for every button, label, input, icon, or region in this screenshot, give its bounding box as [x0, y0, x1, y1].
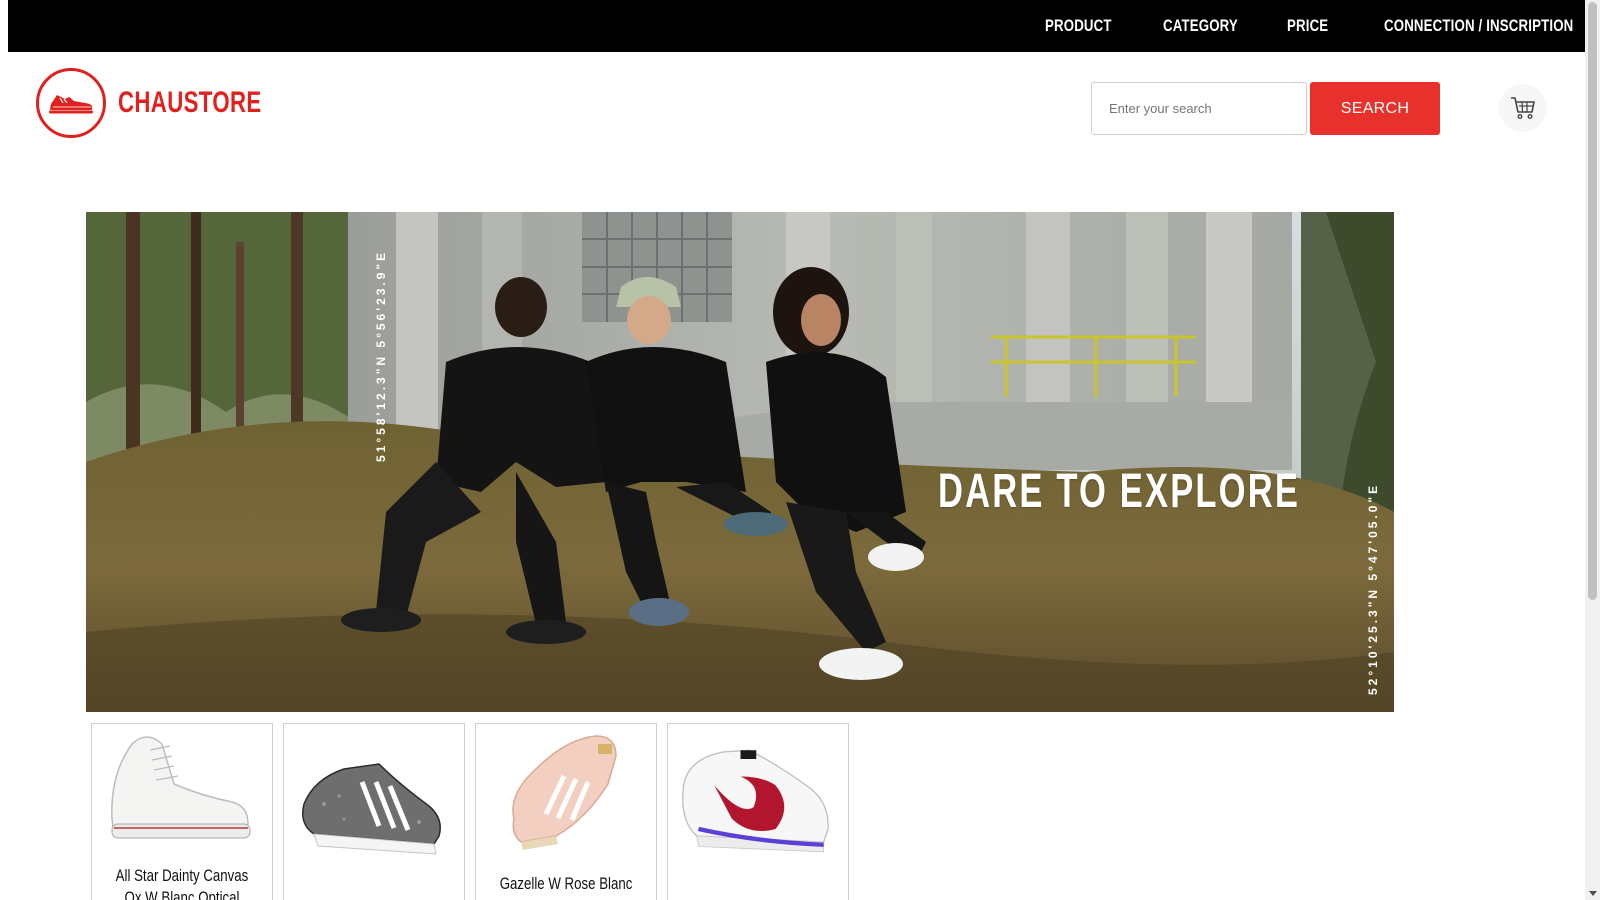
- hero-coordinates-right: 52°10'25.3"N 5°47'05.0"E: [1366, 482, 1380, 695]
- vertical-scrollbar[interactable]: [1585, 0, 1600, 900]
- top-navigation: PRODUCT CATEGORY PRICE CONNECTION / INSC…: [8, 0, 1585, 52]
- cart-icon: [1511, 97, 1535, 120]
- page: PRODUCT CATEGORY PRICE CONNECTION / INSC…: [8, 0, 1585, 900]
- product-card[interactable]: All Star Dainty Canvas Ox W Blanc Optica…: [91, 723, 273, 900]
- nav-product-link[interactable]: PRODUCT: [1045, 0, 1112, 52]
- product-card[interactable]: Gazelle W Rose Blanc: [475, 723, 657, 900]
- scroll-down-arrow-icon[interactable]: [1589, 891, 1597, 896]
- hero-coordinates-left: 51°58'12.3"N 5°56'23.9"E: [374, 249, 388, 462]
- hero-banner[interactable]: DARE TO EXPLORE 51°58'12.3"N 5°56'23.9"E…: [86, 212, 1394, 712]
- product-card[interactable]: [283, 723, 465, 900]
- nav-connection-link[interactable]: CONNECTION / INSCRIPTION: [1384, 0, 1573, 52]
- product-name: [284, 724, 464, 746]
- brand-logo[interactable]: CHAUSTORE: [36, 68, 312, 138]
- scrollbar-thumb[interactable]: [1588, 2, 1597, 600]
- product-name: Gazelle W Rose Blanc: [499, 874, 633, 893]
- cart-button[interactable]: [1499, 84, 1547, 132]
- product-name: [668, 724, 848, 746]
- hero-title: DARE TO EXPLORE: [938, 465, 1301, 518]
- brand-name: CHAUSTORE: [118, 86, 262, 119]
- nav-category-link[interactable]: CATEGORY: [1163, 0, 1238, 52]
- product-image: [111, 736, 251, 839]
- product-card[interactable]: [667, 723, 849, 900]
- sneaker-logo-icon: [36, 68, 106, 138]
- search-button[interactable]: SEARCH: [1310, 82, 1440, 135]
- product-image: [512, 735, 617, 850]
- hero-photo: [86, 212, 1394, 712]
- product-name: All Star Dainty Canvas Ox W Blanc Optica…: [115, 866, 249, 900]
- nav-price-link[interactable]: PRICE: [1287, 0, 1328, 52]
- search-input[interactable]: [1091, 82, 1307, 135]
